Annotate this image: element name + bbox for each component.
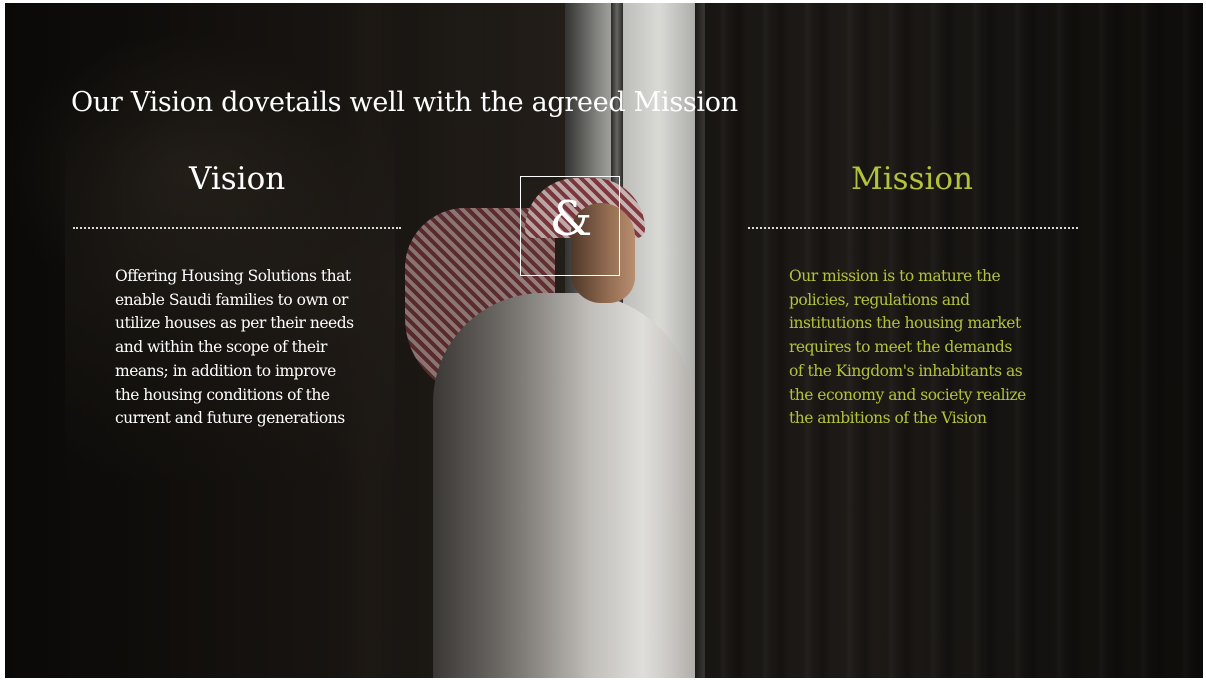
slide-headline: Our Vision dovetails well with the agree…: [71, 87, 738, 118]
mission-line: institutions the housing market: [789, 314, 1021, 333]
vision-line: enable Saudi families to own or: [115, 290, 348, 309]
mission-line: the economy and society realize: [789, 385, 1026, 404]
mission-line: policies, regulations and: [789, 290, 970, 309]
ampersand-symbol: &: [549, 191, 593, 247]
mission-line: the ambitions of the Vision: [789, 409, 987, 428]
vision-divider: [73, 227, 401, 229]
vision-line: means; in addition to improve: [115, 361, 336, 380]
mission-divider: [748, 227, 1078, 229]
vision-line: current and future generations: [115, 409, 345, 428]
mission-line: of the Kingdom's inhabitants as: [789, 361, 1023, 380]
mission-line: Our mission is to mature the: [789, 267, 1001, 285]
slide: Our Vision dovetails well with the agree…: [5, 3, 1203, 678]
mission-title: Mission: [851, 161, 974, 197]
vision-line: the housing conditions of the: [115, 385, 330, 404]
mission-statement: Our mission is to mature the policies, r…: [789, 265, 1026, 431]
mission-line: requires to meet the demands: [789, 338, 1012, 357]
ampersand-box: &: [520, 176, 620, 276]
vision-line: utilize houses as per their needs: [115, 314, 354, 333]
vision-statement: Offering Housing Solutions that enable S…: [115, 265, 354, 431]
vision-title: Vision: [189, 161, 286, 197]
vision-line: Offering Housing Solutions that: [115, 267, 351, 285]
vision-line: and within the scope of their: [115, 338, 327, 357]
